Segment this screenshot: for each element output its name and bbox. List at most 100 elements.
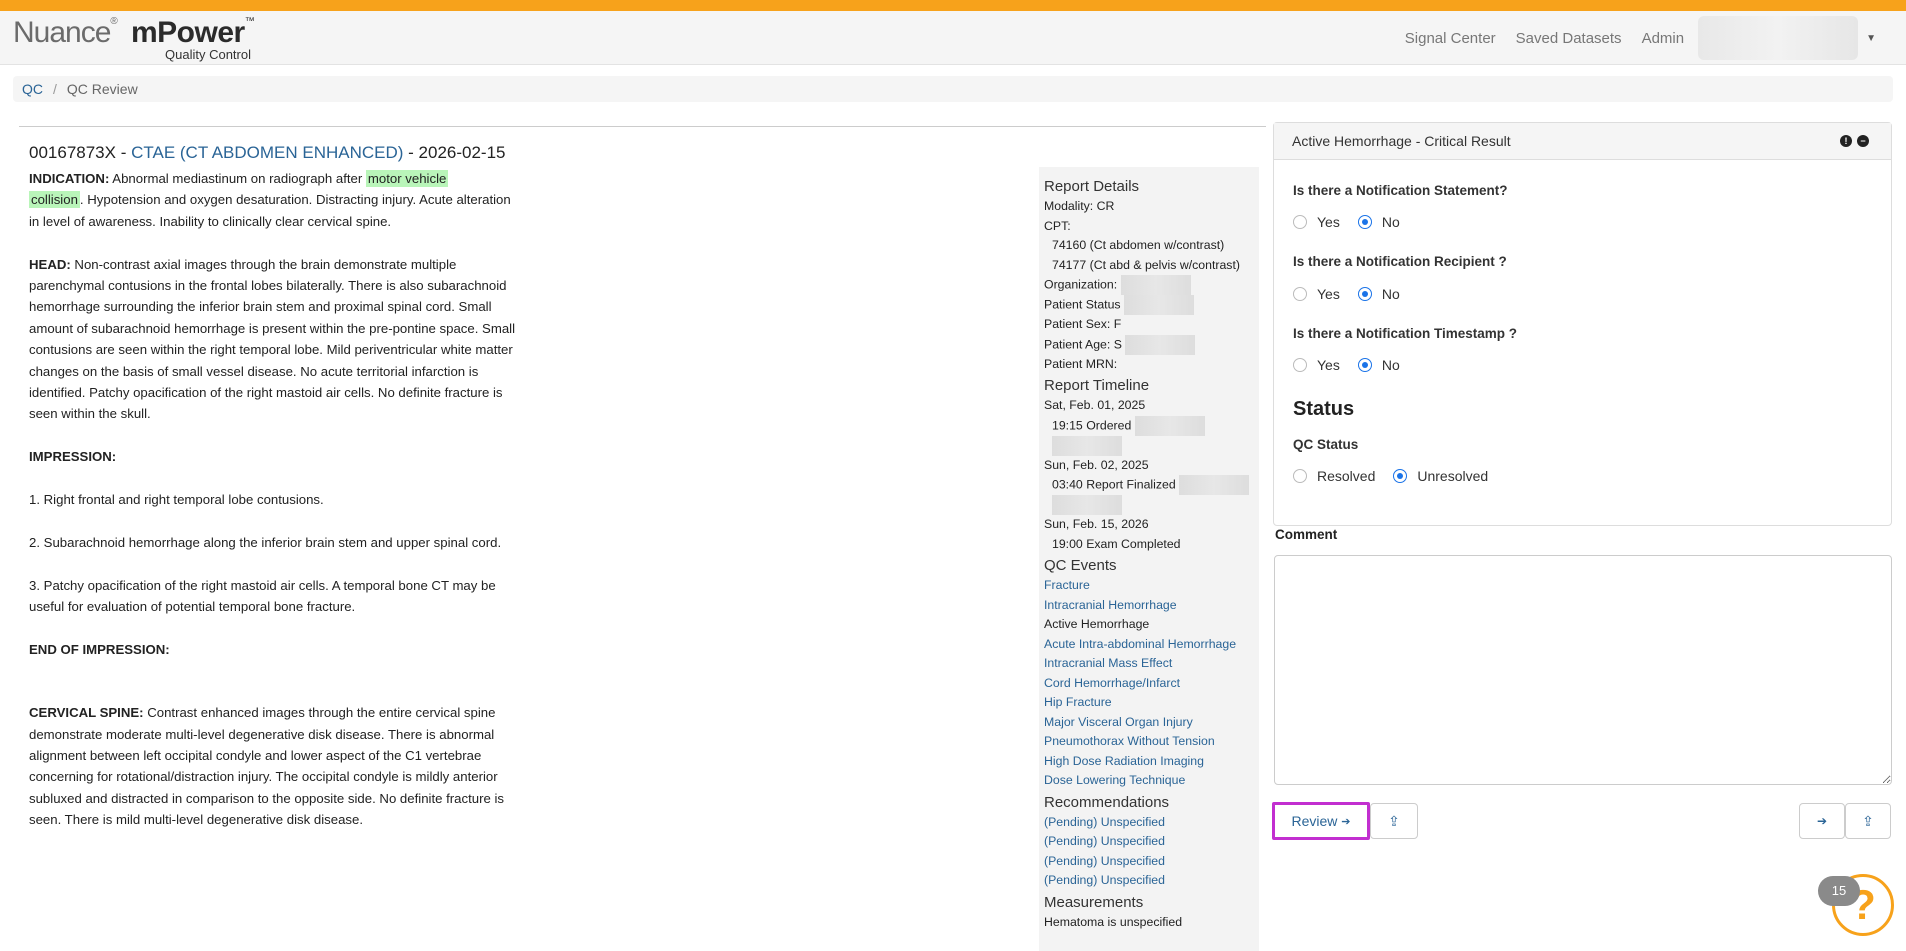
- qc-status-label: QC Status: [1293, 437, 1359, 452]
- redacted-value: [1123, 295, 1194, 315]
- info-icon[interactable]: !: [1840, 135, 1852, 147]
- comment-textarea[interactable]: [1274, 555, 1892, 785]
- organization: Organization:: [1044, 277, 1118, 292]
- notification-badge[interactable]: 15: [1818, 876, 1860, 906]
- radio-statement-yes[interactable]: Yes: [1293, 214, 1340, 230]
- qc-event-fracture[interactable]: Fracture: [1044, 576, 1254, 596]
- question-notification-statement: Is there a Notification Statement?: [1293, 183, 1508, 198]
- qc-event-intracranial-hemorrhage[interactable]: Intracranial Hemorrhage: [1044, 596, 1254, 616]
- radio-timestamp-no[interactable]: No: [1357, 357, 1400, 373]
- qc-event-mass-effect[interactable]: Intracranial Mass Effect: [1044, 654, 1254, 674]
- qc-event-dose-lowering[interactable]: Dose Lowering Technique: [1044, 771, 1254, 791]
- collapse-icon[interactable]: −: [1857, 135, 1869, 147]
- qc-event-visceral-injury[interactable]: Major Visceral Organ Injury: [1044, 713, 1254, 733]
- recommendation-item[interactable]: (Pending) Unspecified: [1044, 832, 1254, 852]
- head-section: HEAD: Non-contrast axial images through …: [29, 256, 516, 422]
- timeline-event: 19:00 Exam Completed: [1052, 536, 1181, 551]
- question-notification-recipient: Is there a Notification Recipient ?: [1293, 254, 1507, 269]
- nav-saved-datasets[interactable]: Saved Datasets: [1516, 30, 1622, 47]
- share-icon: ⇪: [1388, 812, 1400, 829]
- redacted-value: [1052, 495, 1122, 515]
- radio-resolved[interactable]: Resolved: [1293, 468, 1375, 484]
- radio-timestamp-yes[interactable]: Yes: [1293, 357, 1340, 373]
- timeline-header: Report Timeline: [1044, 377, 1150, 394]
- radio-statement-no[interactable]: No: [1357, 214, 1400, 230]
- redacted-value: [1125, 334, 1196, 355]
- timeline-date: Sun, Feb. 15, 2026: [1044, 517, 1149, 531]
- report-details-header: Report Details: [1044, 178, 1140, 195]
- qc-event-cord-hemorrhage[interactable]: Cord Hemorrhage/Infarct: [1044, 674, 1254, 694]
- indication-section: INDICATION: Abnormal mediastinum on radi…: [29, 170, 511, 229]
- chevron-down-icon[interactable]: ▼: [1866, 33, 1876, 44]
- radio-recipient-no[interactable]: No: [1357, 286, 1400, 302]
- radio-recipient-yes[interactable]: Yes: [1293, 286, 1340, 302]
- question-notification-timestamp: Is there a Notification Timestamp ?: [1293, 326, 1518, 341]
- cpt-code: 74160 (Ct abdomen w/contrast): [1052, 238, 1225, 252]
- end-impression: END OF IMPRESSION:: [29, 641, 170, 657]
- arrow-right-icon: ➔: [1816, 814, 1828, 828]
- exam-link[interactable]: CTAE (CT ABDOMEN ENHANCED): [131, 143, 403, 162]
- radio-group-timestamp: Yes No: [1293, 357, 1418, 373]
- measurement-item: Hematoma is unspecified: [1044, 914, 1183, 929]
- impression-item: 2. Subarachnoid hemorrhage along the inf…: [29, 534, 502, 550]
- critical-result-panel: Active Hemorrhage - Critical Result ! − …: [1273, 122, 1892, 526]
- next-button[interactable]: ➔: [1799, 803, 1845, 839]
- qc-event-radiation[interactable]: High Dose Radiation Imaging: [1044, 752, 1254, 772]
- review-button[interactable]: Review ➔: [1272, 802, 1370, 840]
- nav-signal-center[interactable]: Signal Center: [1405, 30, 1496, 47]
- breadcrumb: QC / QC Review: [13, 76, 1893, 102]
- qc-event-intra-abdominal-hemorrhage[interactable]: Acute Intra-abdominal Hemorrhage: [1044, 635, 1254, 655]
- impression-item: 3. Patchy opacification of the right mas…: [29, 577, 496, 615]
- qc-event-pneumothorax[interactable]: Pneumothorax Without Tension: [1044, 732, 1254, 752]
- share-icon: ⇪: [1862, 812, 1874, 829]
- impression-label: IMPRESSION:: [29, 449, 117, 465]
- nav-links: Signal Center Saved Datasets Admin ▼: [1385, 11, 1876, 65]
- top-accent-bar: [0, 0, 1906, 11]
- modality: Modality: CR: [1044, 199, 1115, 213]
- patient-age: Patient Age: S: [1044, 336, 1122, 351]
- radio-unresolved[interactable]: Unresolved: [1393, 468, 1488, 484]
- radio-group-qc-status: Resolved Unresolved: [1293, 468, 1506, 484]
- panel-title: Active Hemorrhage - Critical Result: [1292, 133, 1511, 149]
- brand-subtitle: Quality Control: [165, 47, 251, 62]
- patient-status: Patient Status: [1044, 297, 1121, 312]
- brand-name1: Nuance: [13, 16, 111, 49]
- share-button-2[interactable]: ⇪: [1845, 803, 1891, 839]
- highlight-term: collision: [29, 191, 80, 209]
- navbar: Nuance® mPower™ Quality Control Signal C…: [0, 11, 1906, 65]
- comment-label: Comment: [1275, 527, 1338, 542]
- radio-group-recipient: Yes No: [1293, 286, 1418, 302]
- recommendation-item[interactable]: (Pending) Unspecified: [1044, 813, 1254, 833]
- recommendation-item[interactable]: (Pending) Unspecified: [1044, 852, 1254, 872]
- qc-event-active-hemorrhage: Active Hemorrhage: [1044, 617, 1150, 631]
- report-text: INDICATION: Abnormal mediastinum on radi…: [29, 168, 524, 852]
- timeline-event: 19:15 Ordered: [1052, 417, 1132, 432]
- breadcrumb-qc[interactable]: QC: [22, 81, 43, 97]
- brand-name2: mPower: [131, 16, 245, 49]
- user-menu-redacted[interactable]: [1698, 16, 1859, 60]
- timeline-date: Sun, Feb. 02, 2025: [1044, 457, 1149, 472]
- recommendations-header: Recommendations: [1044, 793, 1170, 811]
- breadcrumb-current: QC Review: [66, 81, 138, 97]
- cpt-code: 74177 (Ct abd & pelvis w/contrast): [1052, 257, 1240, 272]
- status-heading: Status: [1293, 398, 1355, 420]
- cspine-section: CERVICAL SPINE: Contrast enhanced images…: [29, 705, 505, 828]
- qc-events-header: QC Events: [1044, 557, 1117, 574]
- share-button[interactable]: ⇪: [1370, 803, 1418, 839]
- redacted-value: [1134, 415, 1205, 436]
- recommendation-item[interactable]: (Pending) Unspecified: [1044, 871, 1254, 891]
- patient-sex: Patient Sex: F: [1044, 317, 1122, 331]
- timeline-event: 03:40 Report Finalized: [1052, 477, 1176, 492]
- highlight-term: motor vehicle: [365, 170, 449, 187]
- arrow-right-icon: ➔: [1341, 815, 1351, 828]
- redacted-value: [1052, 435, 1122, 456]
- qc-event-hip-fracture[interactable]: Hip Fracture: [1044, 693, 1254, 713]
- radio-group-statement: Yes No: [1293, 214, 1418, 230]
- redacted-value: [1120, 275, 1191, 295]
- timeline-date: Sat, Feb. 01, 2025: [1044, 398, 1146, 412]
- accession-number: 00167873X -: [29, 143, 132, 162]
- report-details-panel: Report Details Modality: CR CPT: 74160 (…: [1039, 167, 1259, 951]
- impression-item: 1. Right frontal and right temporal lobe…: [29, 492, 324, 508]
- nav-admin[interactable]: Admin: [1642, 30, 1685, 47]
- report-date: - 2026-02-15: [403, 143, 506, 162]
